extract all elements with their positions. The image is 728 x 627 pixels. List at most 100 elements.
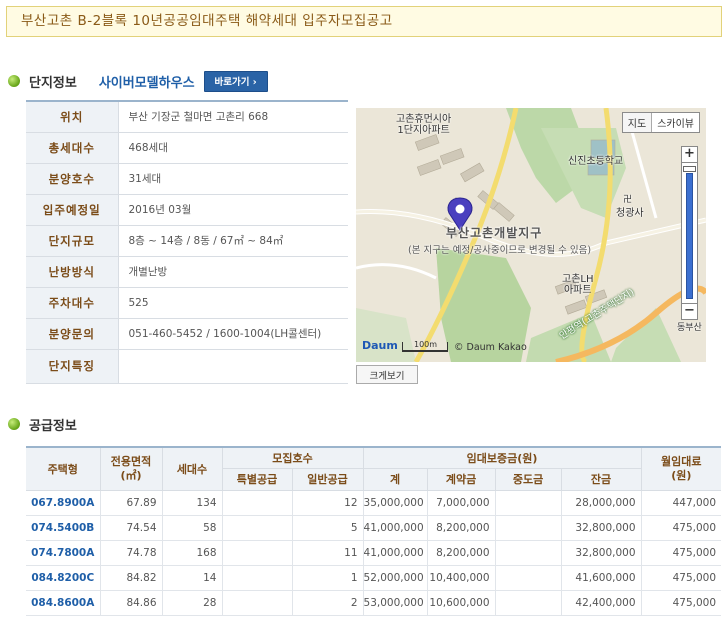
col-header-general: 일반공급 [291,467,364,491]
map-district-note: (본 지구는 예정/공사중이므로 변경될 수 있음) [408,245,592,256]
info-label: 단지특징 [26,348,118,384]
info-label: 분양호수 [26,162,118,195]
cell-area: 74.78 [99,539,163,566]
info-value: 개별난방 [117,255,348,288]
zoom-out-button[interactable]: − [681,303,698,320]
cell-total: 52,000,000 [362,564,428,591]
info-value: 051-460-5452 / 1600-1004(LH콜센터) [117,317,348,350]
cell-households: 14 [161,564,223,591]
supply-section-title: 공급정보 [29,418,77,434]
info-value: 468세대 [117,131,348,164]
cell-special [221,489,293,516]
info-row: 난방방식 개별난방 [26,255,348,288]
cell-balance: 42,400,000 [560,589,642,616]
info-label: 총세대수 [26,131,118,164]
green-bullet-icon [8,75,20,87]
cell-type[interactable]: 084.8200C [26,564,101,591]
zoom-slider-fill [686,173,693,299]
zoom-slider[interactable] [681,163,698,303]
map-label-apt1: 고촌휴먼시아 1단지아파트 [396,114,452,136]
map-view[interactable]: 고촌휴먼시아 1단지아파트 신진초등학교 卍 청광사 고촌LH 아파트 안평역(… [356,108,706,362]
page-title: 부산고촌 B-2블록 10년공공임대주택 해약세대 입주자모집공고 [6,6,722,37]
info-label: 단지규모 [26,224,118,257]
col-header-units-group: 모집호수 [221,446,364,469]
cell-general: 11 [291,539,364,566]
map-label-lh-apt: 고촌LH 아파트 [562,274,594,296]
cell-middle [494,589,562,616]
cyber-model-house-link[interactable]: 사이버모델하우스 [99,72,195,91]
map-label-dongbu: 동부산 [677,323,702,333]
zoom-slider-handle[interactable] [683,166,696,172]
info-row: 주차대수 525 [26,286,348,319]
table-row: 067.8900A 67.89 134 12 35,000,000 7,000,000 28… [26,489,722,516]
info-label: 분양문의 [26,317,118,350]
info-value: 부산 기장군 철마면 고촌리 668 [117,100,348,133]
cell-general: 2 [291,589,364,616]
table-row: 084.8600A 84.86 28 2 53,000,000 10,600,000 42,… [26,589,722,616]
map-type-map-button[interactable]: 지도 [622,113,653,132]
cell-middle [494,489,562,516]
cell-total: 41,000,000 [362,539,428,566]
col-header-special: 특별공급 [222,467,293,491]
supply-section-header: 공급정보 [8,413,77,435]
cell-balance: 32,800,000 [560,539,642,566]
cell-rent: 447,000 [640,489,722,516]
cell-total: 35,000,000 [362,489,428,516]
cell-type[interactable]: 074.7800A [26,539,101,566]
table-row: 074.5400B 74.54 58 5 41,000,000 8,200,000 32,8… [26,514,722,541]
zoom-control: + − [681,146,698,320]
cell-middle [494,539,562,566]
complex-section-header: 단지정보 사이버모델하우스 바로가기 › [8,70,268,92]
green-bullet-icon [8,418,20,430]
info-value: 525 [117,286,348,319]
cell-type[interactable]: 067.8900A [26,489,101,516]
cell-general: 1 [291,564,364,591]
info-label: 위치 [26,100,118,133]
map-copyright: © Daum Kakao [454,342,527,353]
info-label: 입주예정일 [26,193,118,226]
cell-rent: 475,000 [640,514,722,541]
map-type-skyview-button[interactable]: 스카이뷰 [652,113,699,132]
map-type-toggle: 지도 스카이뷰 [621,112,700,133]
info-label: 난방방식 [26,255,118,288]
info-value: 2016년 03월 [117,193,348,226]
cell-households: 168 [161,539,223,566]
col-header-type: 주택형 [26,446,101,491]
cell-area: 67.89 [99,489,163,516]
cell-rent: 475,000 [640,539,722,566]
cell-rent: 475,000 [640,589,722,616]
cell-rent: 475,000 [640,564,722,591]
cell-middle [494,514,562,541]
cell-area: 74.54 [99,514,163,541]
cell-balance: 41,600,000 [560,564,642,591]
col-header-middle: 중도금 [494,467,562,491]
col-header-area: 전용면적 (㎡) [99,446,163,491]
cell-special [221,514,293,541]
cell-total: 41,000,000 [362,514,428,541]
cell-balance: 28,000,000 [560,489,642,516]
complex-section-title: 단지정보 [29,75,77,91]
col-header-contract: 계약금 [426,467,496,491]
complex-info-table: 위치 부산 기장군 철마면 고촌리 668 총세대수 468세대 분양호수 31세대 입주예… [26,100,348,384]
goto-button[interactable]: 바로가기 › [203,70,268,92]
map-scale-label: 100m [414,340,438,349]
cell-households: 134 [161,489,223,516]
cell-middle [494,564,562,591]
col-header-deposit-group: 임대보증금(원) [362,446,642,469]
zoom-in-button[interactable]: + [681,146,698,163]
col-header-total: 계 [362,467,428,491]
info-value: 8층 ~ 14층 / 8동 / 67㎡ ~ 84㎡ [117,224,348,257]
cell-general: 5 [291,514,364,541]
cell-contract: 8,200,000 [426,539,496,566]
table-row: 074.7800A 74.78 168 11 41,000,000 8,200,000 32… [26,539,722,566]
enlarge-map-button[interactable]: 크게보기 [356,365,418,384]
cell-area: 84.82 [99,564,163,591]
col-header-households: 세대수 [161,446,223,491]
cell-households: 58 [161,514,223,541]
cell-special [221,589,293,616]
cell-contract: 10,600,000 [426,589,496,616]
info-row: 분양문의 051-460-5452 / 1600-1004(LH콜센터) [26,317,348,350]
info-row: 단지규모 8층 ~ 14층 / 8동 / 67㎡ ~ 84㎡ [26,224,348,257]
cell-type[interactable]: 074.5400B [26,514,101,541]
cell-type[interactable]: 084.8600A [26,589,101,616]
